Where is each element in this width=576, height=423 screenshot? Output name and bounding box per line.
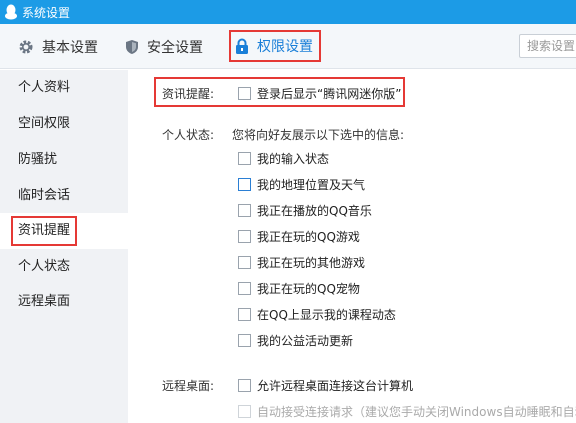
checkbox-box[interactable] [238, 334, 251, 347]
status-charity-checkbox[interactable]: 我的公益活动更新 [238, 332, 353, 349]
sidebar-item-profile[interactable]: 个人资料 [0, 70, 128, 106]
title-bar: 系统设置 [0, 0, 576, 24]
checkbox-box[interactable] [238, 256, 251, 269]
personal-status-label: 个人状态: [162, 128, 215, 142]
checkbox-box[interactable] [238, 152, 251, 165]
tab-security-settings[interactable]: 安全设置 [125, 24, 203, 69]
checkbox-box[interactable] [238, 178, 251, 191]
checkbox-box[interactable] [238, 282, 251, 295]
personal-status-intro: 您将向好友展示以下选中的信息: [232, 128, 405, 142]
status-typing-checkbox[interactable]: 我的输入状态 [238, 150, 329, 167]
checkbox-box[interactable] [238, 379, 251, 392]
status-location-weather-checkbox[interactable]: 我的地理位置及天气 [238, 176, 365, 193]
status-qq-game-checkbox[interactable]: 我正在玩的QQ游戏 [238, 228, 360, 245]
sidebar-item-remote-desktop[interactable]: 远程桌面 [0, 284, 128, 320]
tab-basic-label: 基本设置 [42, 39, 98, 56]
sidebar-item-anti-harassment[interactable]: 防骚扰 [0, 142, 128, 178]
allow-remote-desktop-checkbox[interactable]: 允许远程桌面连接这台计算机 [238, 377, 413, 394]
status-qq-music-checkbox[interactable]: 我正在播放的QQ音乐 [238, 202, 372, 219]
shield-icon [125, 39, 139, 55]
news-alert-label: 资讯提醒: [162, 87, 215, 101]
tab-permission-settings[interactable]: 权限设置 [229, 30, 321, 62]
checkbox-box[interactable] [238, 87, 251, 100]
status-other-game-checkbox[interactable]: 我正在玩的其他游戏 [238, 254, 365, 271]
tab-permission-label: 权限设置 [257, 39, 313, 55]
gear-icon [18, 39, 34, 55]
status-course-checkbox[interactable]: 在QQ上显示我的课程动态 [238, 306, 396, 323]
tab-basic-settings[interactable]: 基本设置 [18, 24, 98, 69]
qq-penguin-icon [4, 4, 18, 20]
sidebar-item-news-alert[interactable]: 资讯提醒 [0, 213, 128, 249]
sidebar-item-temp-chat[interactable]: 临时会话 [0, 178, 128, 214]
remote-desktop-label: 远程桌面: [162, 379, 215, 393]
checkbox-box[interactable] [238, 230, 251, 243]
window-title: 系统设置 [22, 5, 71, 20]
settings-toolbar: 基本设置 安全设置 权限设置 搜索设置 [0, 24, 576, 69]
auto-accept-connection-checkbox: 自动接受连接请求（建议您手动关闭Windows自动睡眠和自动 [238, 403, 576, 420]
checkbox-box[interactable] [238, 204, 251, 217]
show-tencent-mini-checkbox[interactable]: 登录后显示“腾讯网迷你版” [238, 85, 401, 102]
status-qq-pet-checkbox[interactable]: 我正在玩的QQ宠物 [238, 280, 360, 297]
search-input[interactable]: 搜索设置 [519, 34, 576, 58]
tab-security-label: 安全设置 [147, 39, 203, 56]
sidebar-item-personal-status[interactable]: 个人状态 [0, 249, 128, 285]
settings-sidebar: 个人资料 空间权限 防骚扰 临时会话 资讯提醒 个人状态 远程桌面 [0, 70, 128, 423]
sidebar-item-space-permission[interactable]: 空间权限 [0, 106, 128, 142]
settings-content: 资讯提醒: 登录后显示“腾讯网迷你版” 个人状态: 您将向好友展示以下选中的信息… [128, 70, 576, 423]
checkbox-box [238, 405, 251, 418]
checkbox-box[interactable] [238, 308, 251, 321]
lock-icon [235, 38, 249, 55]
